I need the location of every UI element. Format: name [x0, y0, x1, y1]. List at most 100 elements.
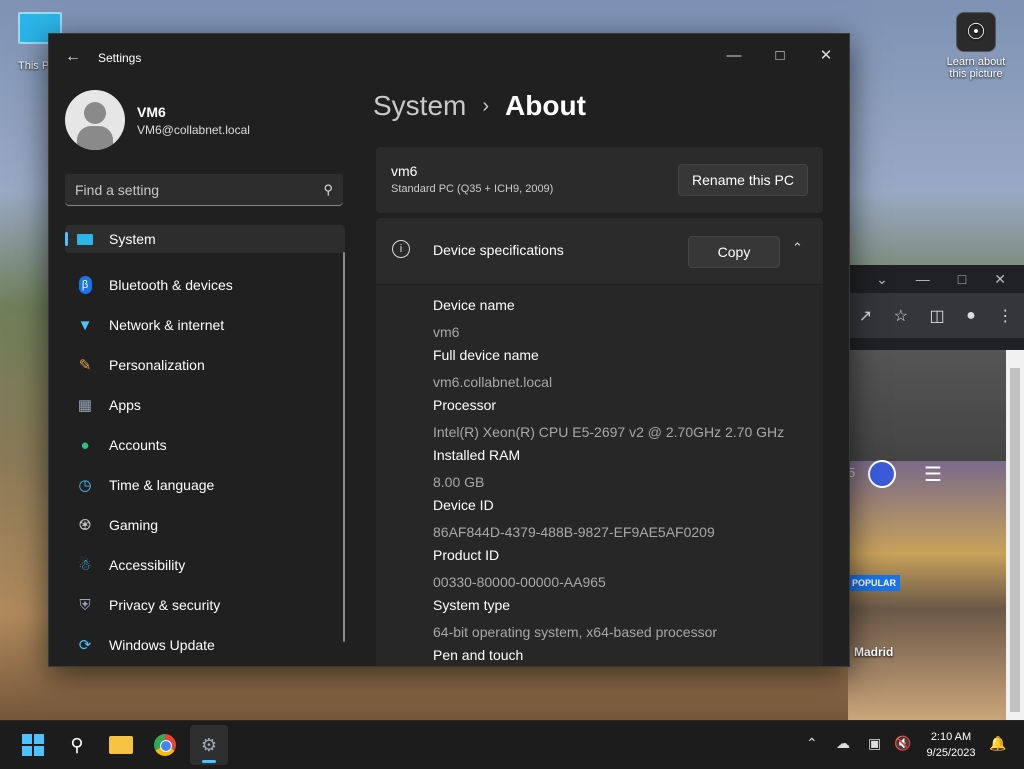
sidebar-item-apps[interactable]: ▦ Apps: [65, 385, 345, 425]
sidebar-item-label: Apps: [109, 397, 141, 413]
chevron-down-icon[interactable]: ⌄: [876, 271, 888, 288]
spec-row: Product ID 00330-80000-00000-AA965: [433, 547, 606, 590]
sidebar-item-label: Windows Update: [109, 637, 215, 653]
volume-muted-icon[interactable]: 🔇: [894, 735, 911, 752]
spec-value: vm6: [433, 324, 460, 340]
sidebar-item-windows-update[interactable]: ⟳ Windows Update: [65, 625, 345, 665]
spec-key: Device name: [433, 297, 515, 313]
maximize-icon[interactable]: □: [958, 271, 966, 287]
network-icon[interactable]: ▣: [868, 735, 881, 752]
browser-titlebar: ⌄ — □ ✕: [848, 265, 1024, 293]
spec-row: Processor Intel(R) Xeon(R) CPU E5-2697 v…: [433, 397, 784, 440]
clock-globe-icon: ◷: [78, 477, 92, 494]
apps-icon: ▦: [77, 397, 93, 414]
sidebar-scrollbar[interactable]: [343, 252, 345, 642]
window-title: Settings: [98, 51, 142, 65]
sidebar-item-personalization[interactable]: ✎ Personalization: [65, 345, 345, 385]
spec-value: Intel(R) Xeon(R) CPU E5-2697 v2 @ 2.70GH…: [433, 424, 785, 440]
sidepanel-icon[interactable]: ◫: [929, 306, 944, 326]
minimize-icon[interactable]: —: [916, 271, 930, 287]
clock-date: 9/25/2023: [926, 747, 976, 759]
back-arrow-icon[interactable]: ←: [65, 48, 81, 66]
spec-key: Installed RAM: [433, 447, 521, 463]
search-input[interactable]: Find a setting ⚲: [65, 174, 343, 206]
spec-value: vm6.collabnet.local: [433, 374, 553, 390]
cloud-icon[interactable]: ☁: [836, 735, 850, 752]
sidebar-item-accessibility[interactable]: ☃ Accessibility: [65, 545, 345, 585]
spec-key: Pen and touch: [433, 647, 524, 663]
spec-row: Device name vm6: [433, 297, 515, 340]
clock[interactable]: 2:10 AM 9/25/2023: [915, 729, 987, 761]
sidebar-item-gaming[interactable]: ♼ Gaming: [65, 505, 345, 545]
gamepad-icon: ♼: [78, 517, 92, 534]
trophy-icon[interactable]: [868, 460, 896, 488]
learn-about-picture[interactable]: ☉ Learn about this picture: [940, 12, 1012, 80]
sidebar-item-time-language[interactable]: ◷ Time & language: [65, 465, 345, 505]
close-button[interactable]: ✕: [803, 40, 849, 70]
close-icon[interactable]: ✕: [994, 271, 1006, 288]
madrid-label[interactable]: Madrid: [854, 645, 893, 659]
maximize-button[interactable]: □: [757, 40, 803, 70]
spec-row: System type 64-bit operating system, x64…: [433, 597, 717, 640]
accounts-icon: ●: [80, 436, 90, 454]
minimize-button[interactable]: —: [711, 40, 757, 70]
browser-window[interactable]: ⌄ — □ ✕ ↗ ☆ ◫ ● ⋮ 5 ☰ POPULAR Madrid: [848, 265, 1024, 720]
notification-icon[interactable]: 🔔: [989, 735, 1006, 752]
spec-row: Device ID 86AF844D-4379-488B-9827-EF9AE5…: [433, 497, 715, 540]
browser-toolbar: ↗ ☆ ◫ ● ⋮: [848, 293, 1024, 338]
sidebar-item-system[interactable]: System: [65, 225, 345, 253]
sidebar-item-bluetooth[interactable]: β Bluetooth & devices: [65, 265, 345, 305]
wifi-icon: ▼: [77, 316, 93, 334]
sidebar-item-label: System: [109, 231, 156, 247]
learn-label: Learn about this picture: [946, 56, 1006, 80]
copy-button[interactable]: Copy: [688, 236, 780, 268]
browser-scrollbar[interactable]: [1006, 350, 1024, 720]
spec-key: Processor: [433, 397, 497, 413]
sidebar-item-privacy[interactable]: ⛨ Privacy & security: [65, 585, 345, 625]
bluetooth-icon: β: [75, 275, 95, 295]
pc-model: Standard PC (Q35 + ICH9, 2009): [391, 183, 554, 195]
shield-icon: ⛨: [79, 596, 91, 614]
accessibility-icon: ☃: [78, 557, 92, 574]
spec-value: 00330-80000-00000-AA965: [433, 574, 606, 590]
hamburger-icon[interactable]: ☰: [924, 462, 942, 487]
profile-email: VM6@collabnet.local: [137, 122, 250, 137]
sidebar-item-accounts[interactable]: ● Accounts: [65, 425, 345, 465]
settings-taskbar-button[interactable]: ⚙: [190, 725, 228, 765]
more-icon[interactable]: ⋮: [997, 306, 1013, 326]
breadcrumb-parent[interactable]: System: [373, 90, 466, 122]
clock-time: 2:10 AM: [930, 731, 972, 743]
file-explorer-icon[interactable]: [107, 731, 135, 759]
chevron-up-icon[interactable]: ⌃: [806, 735, 818, 752]
titlebar: ← Settings — □ ✕: [49, 34, 849, 82]
update-icon: ⟳: [78, 637, 92, 654]
spec-row: Full device name vm6.collabnet.local: [433, 347, 552, 390]
brush-icon: ✎: [78, 357, 92, 374]
pc-name-card: vm6 Standard PC (Q35 + ICH9, 2009) Renam…: [376, 147, 823, 213]
camera-icon: ☉: [956, 12, 996, 52]
chrome-icon[interactable]: [151, 731, 179, 759]
search-placeholder: Find a setting: [75, 181, 160, 198]
sidebar-item-label: Network & internet: [109, 317, 225, 333]
taskbar: ⚲ ⚙ ⌃ ☁ ▣ 🔇 2:10 AM 9/25/2023 🔔: [0, 720, 1024, 769]
spec-row: Installed RAM 8.00 GB: [433, 447, 520, 490]
star-icon[interactable]: ☆: [894, 306, 908, 326]
profile-name: VM6: [137, 103, 166, 120]
device-specifications-header[interactable]: i Device specifications Copy ⌃: [376, 218, 823, 284]
start-icon[interactable]: [19, 731, 47, 759]
spec-value: 64-bit operating system, x64-based proce…: [433, 624, 718, 640]
search-icon: ⚲: [323, 181, 333, 197]
rename-pc-button[interactable]: Rename this PC: [678, 164, 808, 196]
chevron-right-icon: ›: [482, 94, 490, 117]
sidebar-item-network[interactable]: ▼ Network & internet: [65, 305, 345, 345]
settings-window: ← Settings — □ ✕ VM6 VM6@collabnet.local…: [48, 33, 850, 667]
share-icon[interactable]: ↗: [859, 306, 872, 326]
system-icon: [75, 229, 95, 249]
sidebar-nav: System β Bluetooth & devices ▼ Network &…: [65, 225, 345, 665]
user-profile[interactable]: VM6 VM6@collabnet.local: [65, 90, 250, 150]
search-icon[interactable]: ⚲: [63, 731, 91, 759]
device-specifications-body: Device name vm6 Full device name vm6.col…: [376, 285, 823, 666]
chevron-up-icon[interactable]: ⌃: [792, 240, 803, 256]
spec-key: Product ID: [433, 547, 500, 563]
profile-icon[interactable]: ●: [966, 307, 976, 325]
